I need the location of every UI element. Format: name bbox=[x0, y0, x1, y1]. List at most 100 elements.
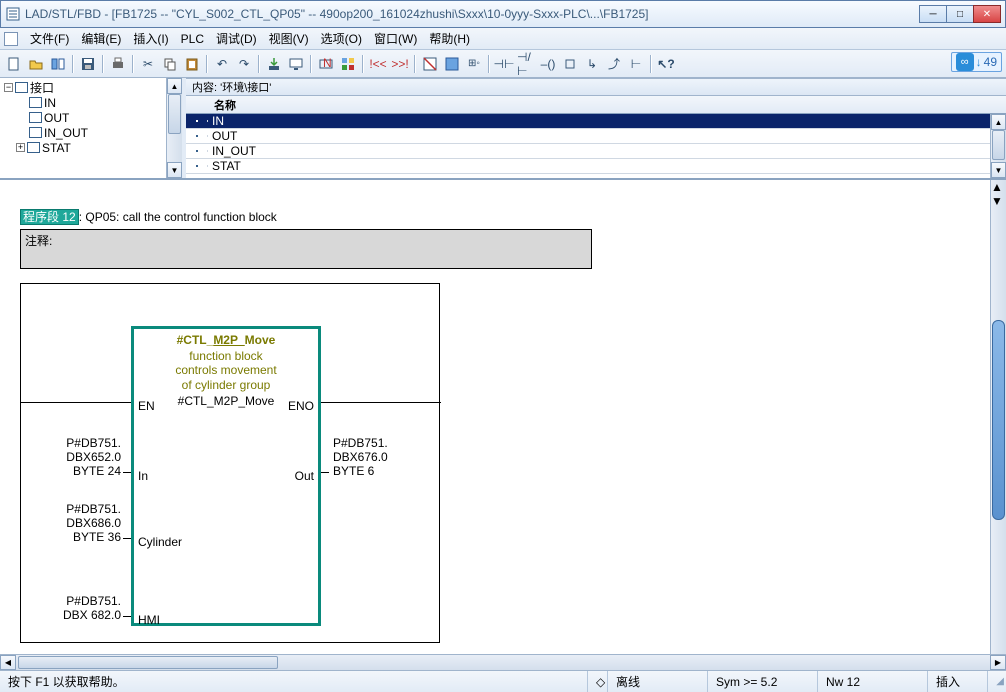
interface-tree-pane: − 接口 IN OUT IN_OUT + STA bbox=[0, 78, 186, 178]
names-scrollbar[interactable]: ▲ ▼ bbox=[990, 114, 1006, 178]
menu-help[interactable]: 帮助(H) bbox=[423, 28, 476, 49]
maximize-button[interactable]: □ bbox=[946, 5, 974, 23]
status-bar: 按下 F1 以获取帮助。 ◇ 离线 Sym >= 5.2 Nw 12 插入 ◢ bbox=[0, 670, 1006, 692]
no-filter-icon[interactable] bbox=[420, 54, 440, 74]
cloud-count: 49 bbox=[984, 55, 997, 69]
scroll-up-icon[interactable]: ▲ bbox=[991, 114, 1006, 130]
pin-en: EN bbox=[138, 399, 155, 413]
lad-editor[interactable]: 程序段 12: QP05: call the control function … bbox=[0, 180, 1006, 654]
paste-icon[interactable] bbox=[182, 54, 202, 74]
insert-network-icon[interactable]: N bbox=[316, 54, 336, 74]
ladder-diagram[interactable]: #CTL_M2P_Move function block controls mo… bbox=[20, 283, 440, 643]
comment-box[interactable]: 注释: bbox=[20, 229, 592, 269]
branch-close-icon[interactable]: ⤴ bbox=[604, 54, 624, 74]
network-title: 程序段 12: QP05: call the control function … bbox=[20, 208, 1006, 225]
status-insert: 插入 bbox=[928, 671, 988, 692]
fb-instance-name: #CTL_M2P_Move bbox=[134, 333, 318, 347]
editor-hscrollbar[interactable]: ◀ ▶ bbox=[0, 654, 1006, 670]
close-button[interactable]: ✕ bbox=[973, 5, 1001, 23]
download-icon[interactable] bbox=[264, 54, 284, 74]
scroll-thumb[interactable] bbox=[992, 130, 1005, 160]
undo-icon[interactable]: ↶ bbox=[212, 54, 232, 74]
interface-tree[interactable]: − 接口 IN OUT IN_OUT + STA bbox=[0, 78, 166, 178]
scroll-down-icon[interactable]: ▼ bbox=[991, 162, 1006, 178]
cloud-badge[interactable]: ∞ ↓49 bbox=[951, 52, 1002, 72]
param-cylinder[interactable]: P#DB751. DBX686.0 BYTE 36 bbox=[21, 502, 121, 544]
editor-vscrollbar[interactable]: ▲ ▼ bbox=[990, 180, 1006, 654]
pin-eno: ENO bbox=[288, 399, 314, 413]
param-hmi[interactable]: P#DB751. DBX 682.0 bbox=[21, 594, 121, 622]
menu-window[interactable]: 窗口(W) bbox=[368, 28, 423, 49]
function-block[interactable]: #CTL_M2P_Move function block controls mo… bbox=[131, 326, 321, 626]
toolbar: ✂ ↶ ↷ N !<< >>! ⊞◦ ⊣⊢ ⊣/⊢ –() ↳ ⤴ ⊢ ↖? bbox=[0, 50, 1006, 78]
menu-insert[interactable]: 插入(I) bbox=[127, 28, 174, 49]
goto-start-icon[interactable]: !<< bbox=[368, 54, 388, 74]
tree-inout[interactable]: IN_OUT bbox=[0, 125, 166, 140]
scroll-down-icon[interactable]: ▼ bbox=[991, 194, 1006, 208]
names-table[interactable]: IN OUT IN_OUT STAT bbox=[186, 114, 990, 178]
content-header: 内容: '环境\接口' bbox=[186, 78, 1006, 96]
ref-data-icon[interactable]: ⊞◦ bbox=[464, 54, 484, 74]
pin-cylinder: Cylinder bbox=[138, 535, 182, 549]
save-icon[interactable] bbox=[78, 54, 98, 74]
cloud-icon: ∞ bbox=[956, 53, 974, 71]
menu-bar: 文件(F) 编辑(E) 插入(I) PLC 调试(D) 视图(V) 选项(O) … bbox=[0, 28, 1006, 50]
fb-description: function block controls movement of cyli… bbox=[134, 349, 318, 392]
title-bar: LAD/STL/FBD - [FB1725 -- "CYL_S002_CTL_Q… bbox=[0, 0, 1006, 28]
monitor-icon[interactable] bbox=[286, 54, 306, 74]
connection-icon[interactable]: ⊢ bbox=[626, 54, 646, 74]
contact-open-icon[interactable]: ⊣⊢ bbox=[494, 54, 514, 74]
print-icon[interactable] bbox=[108, 54, 128, 74]
tree-out[interactable]: OUT bbox=[0, 110, 166, 125]
table-row[interactable]: STAT bbox=[186, 159, 990, 174]
open-icon[interactable] bbox=[26, 54, 46, 74]
status-help: 按下 F1 以获取帮助。 bbox=[0, 671, 588, 692]
nav-icon[interactable] bbox=[48, 54, 68, 74]
mdi-system-icon[interactable] bbox=[4, 32, 18, 46]
menu-view[interactable]: 视图(V) bbox=[263, 28, 315, 49]
menu-options[interactable]: 选项(O) bbox=[315, 28, 368, 49]
tree-stat[interactable]: + STAT bbox=[0, 140, 166, 155]
scroll-down-icon[interactable]: ▼ bbox=[167, 162, 182, 178]
box-icon[interactable] bbox=[560, 54, 580, 74]
menu-edit[interactable]: 编辑(E) bbox=[75, 28, 127, 49]
tree-root[interactable]: − 接口 bbox=[0, 80, 166, 95]
param-out[interactable]: P#DB751. DBX676.0 BYTE 6 bbox=[333, 436, 433, 478]
contact-closed-icon[interactable]: ⊣/⊢ bbox=[516, 54, 536, 74]
redo-icon[interactable]: ↷ bbox=[234, 54, 254, 74]
scroll-left-icon[interactable]: ◀ bbox=[0, 655, 16, 670]
resize-grip[interactable]: ◢ bbox=[988, 674, 1006, 689]
table-row[interactable]: OUT bbox=[186, 129, 990, 144]
names-pane: 内容: '环境\接口' 名称 IN OUT IN_OUT STAT ▲ ▼ bbox=[186, 78, 1006, 178]
table-row[interactable]: IN bbox=[186, 114, 990, 129]
app-icon bbox=[5, 6, 21, 22]
menu-plc[interactable]: PLC bbox=[175, 30, 210, 48]
tree-scrollbar[interactable]: ▲ ▼ bbox=[166, 78, 182, 178]
names-col-header[interactable]: 名称 bbox=[208, 97, 242, 113]
scroll-thumb[interactable] bbox=[992, 320, 1005, 520]
tree-in[interactable]: IN bbox=[0, 95, 166, 110]
scroll-up-icon[interactable]: ▲ bbox=[991, 180, 1006, 194]
table-row[interactable]: IN_OUT bbox=[186, 144, 990, 159]
pin-in: In bbox=[138, 469, 148, 483]
scroll-thumb[interactable] bbox=[168, 94, 181, 134]
scroll-thumb[interactable] bbox=[18, 656, 278, 669]
scroll-up-icon[interactable]: ▲ bbox=[167, 78, 182, 94]
filter-sel-icon[interactable] bbox=[442, 54, 462, 74]
minimize-button[interactable]: ─ bbox=[919, 5, 947, 23]
scroll-right-icon[interactable]: ▶ bbox=[990, 655, 1006, 670]
help-cursor-icon[interactable]: ↖? bbox=[656, 54, 676, 74]
pin-hmi: HMI bbox=[138, 613, 160, 627]
svg-text:N: N bbox=[323, 57, 332, 70]
copy-icon[interactable] bbox=[160, 54, 180, 74]
goto-end-icon[interactable]: >>! bbox=[390, 54, 410, 74]
status-sym: Sym >= 5.2 bbox=[708, 671, 818, 692]
coil-icon[interactable]: –() bbox=[538, 54, 558, 74]
program-elements-icon[interactable] bbox=[338, 54, 358, 74]
param-in[interactable]: P#DB751. DBX652.0 BYTE 24 bbox=[21, 436, 121, 478]
cut-icon[interactable]: ✂ bbox=[138, 54, 158, 74]
branch-open-icon[interactable]: ↳ bbox=[582, 54, 602, 74]
menu-file[interactable]: 文件(F) bbox=[24, 28, 75, 49]
menu-debug[interactable]: 调试(D) bbox=[210, 28, 263, 49]
new-icon[interactable] bbox=[4, 54, 24, 74]
